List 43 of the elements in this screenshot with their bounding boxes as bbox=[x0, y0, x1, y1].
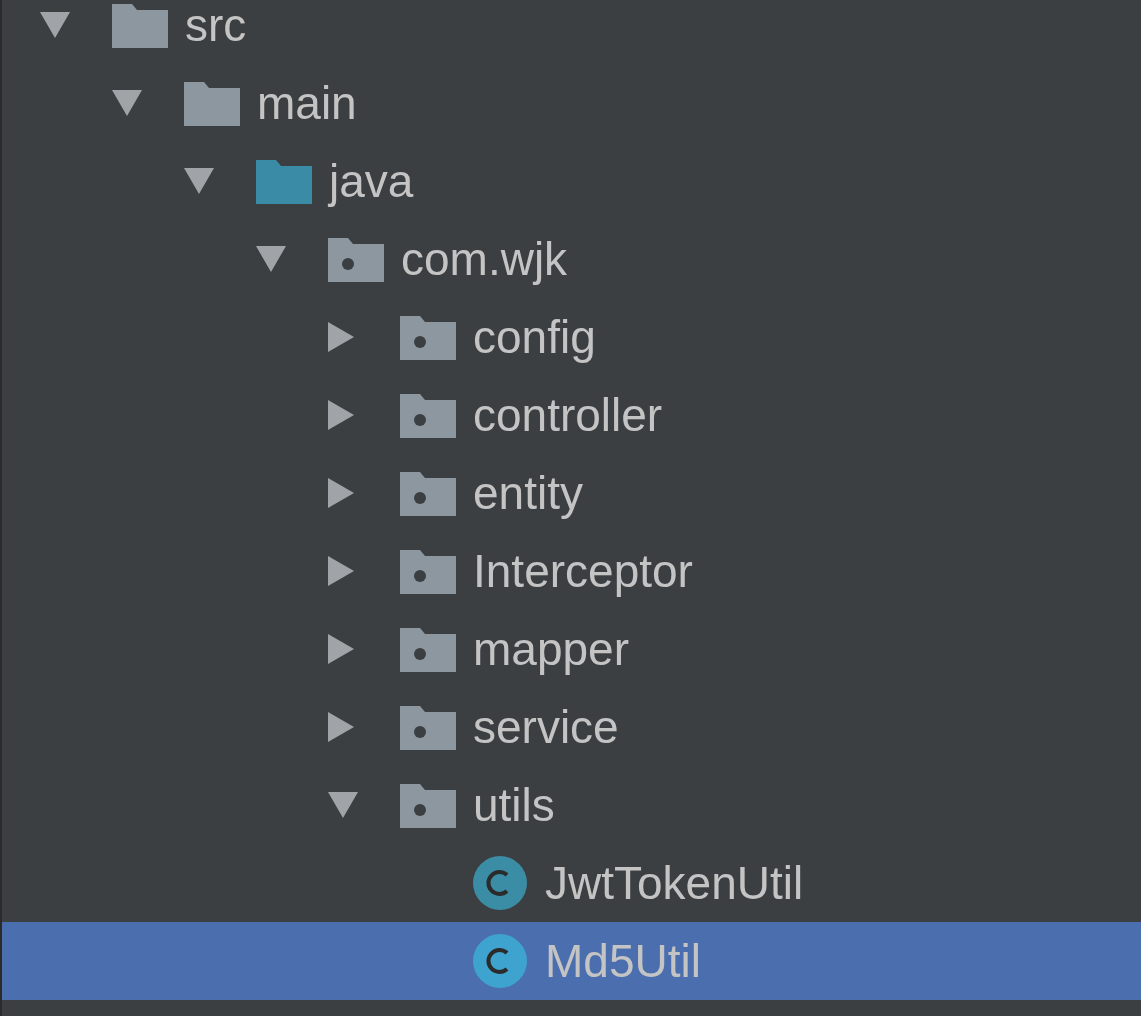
package-icon bbox=[400, 548, 456, 594]
expanded-arrow-icon[interactable] bbox=[328, 792, 358, 818]
node-label: utils bbox=[473, 782, 555, 828]
collapsed-arrow-icon[interactable] bbox=[328, 478, 354, 508]
tree-row[interactable]: src bbox=[2, 0, 1141, 64]
tree-row[interactable]: entity bbox=[2, 454, 1141, 532]
collapsed-arrow-icon[interactable] bbox=[328, 322, 354, 352]
folder-icon bbox=[256, 158, 312, 204]
collapsed-arrow-icon[interactable] bbox=[328, 400, 354, 430]
collapsed-arrow-icon[interactable] bbox=[328, 712, 354, 742]
collapsed-arrow-icon[interactable] bbox=[328, 556, 354, 586]
expanded-arrow-icon[interactable] bbox=[112, 90, 142, 116]
package-icon bbox=[400, 626, 456, 672]
tree-row[interactable]: main bbox=[2, 64, 1141, 142]
package-icon bbox=[400, 314, 456, 360]
tree-row[interactable]: JwtTokenUtil bbox=[2, 844, 1141, 922]
node-label: src bbox=[185, 2, 247, 48]
tree-row[interactable]: java bbox=[2, 142, 1141, 220]
expanded-arrow-icon[interactable] bbox=[40, 12, 70, 38]
tree-row[interactable]: com.wjk bbox=[2, 220, 1141, 298]
node-label: controller bbox=[473, 392, 663, 438]
folder-icon bbox=[112, 2, 168, 48]
tree-row[interactable]: controller bbox=[2, 376, 1141, 454]
folder-icon bbox=[184, 80, 240, 126]
package-icon bbox=[400, 392, 456, 438]
package-icon bbox=[400, 470, 456, 516]
tree-row[interactable]: utils bbox=[2, 766, 1141, 844]
node-label: Md5Util bbox=[545, 938, 701, 984]
class-icon bbox=[472, 933, 528, 989]
tree-row[interactable]: service bbox=[2, 688, 1141, 766]
package-icon bbox=[400, 704, 456, 750]
package-icon bbox=[328, 236, 384, 282]
expanded-arrow-icon[interactable] bbox=[256, 246, 286, 272]
tree-row[interactable]: Interceptor bbox=[2, 532, 1141, 610]
node-label: service bbox=[473, 704, 619, 750]
tree-row[interactable]: mapper bbox=[2, 610, 1141, 688]
node-label: main bbox=[257, 80, 357, 126]
node-label: JwtTokenUtil bbox=[545, 860, 804, 906]
collapsed-arrow-icon[interactable] bbox=[328, 634, 354, 664]
class-icon bbox=[472, 855, 528, 911]
package-icon bbox=[400, 782, 456, 828]
tree-row[interactable]: config bbox=[2, 298, 1141, 376]
expanded-arrow-icon[interactable] bbox=[184, 168, 214, 194]
